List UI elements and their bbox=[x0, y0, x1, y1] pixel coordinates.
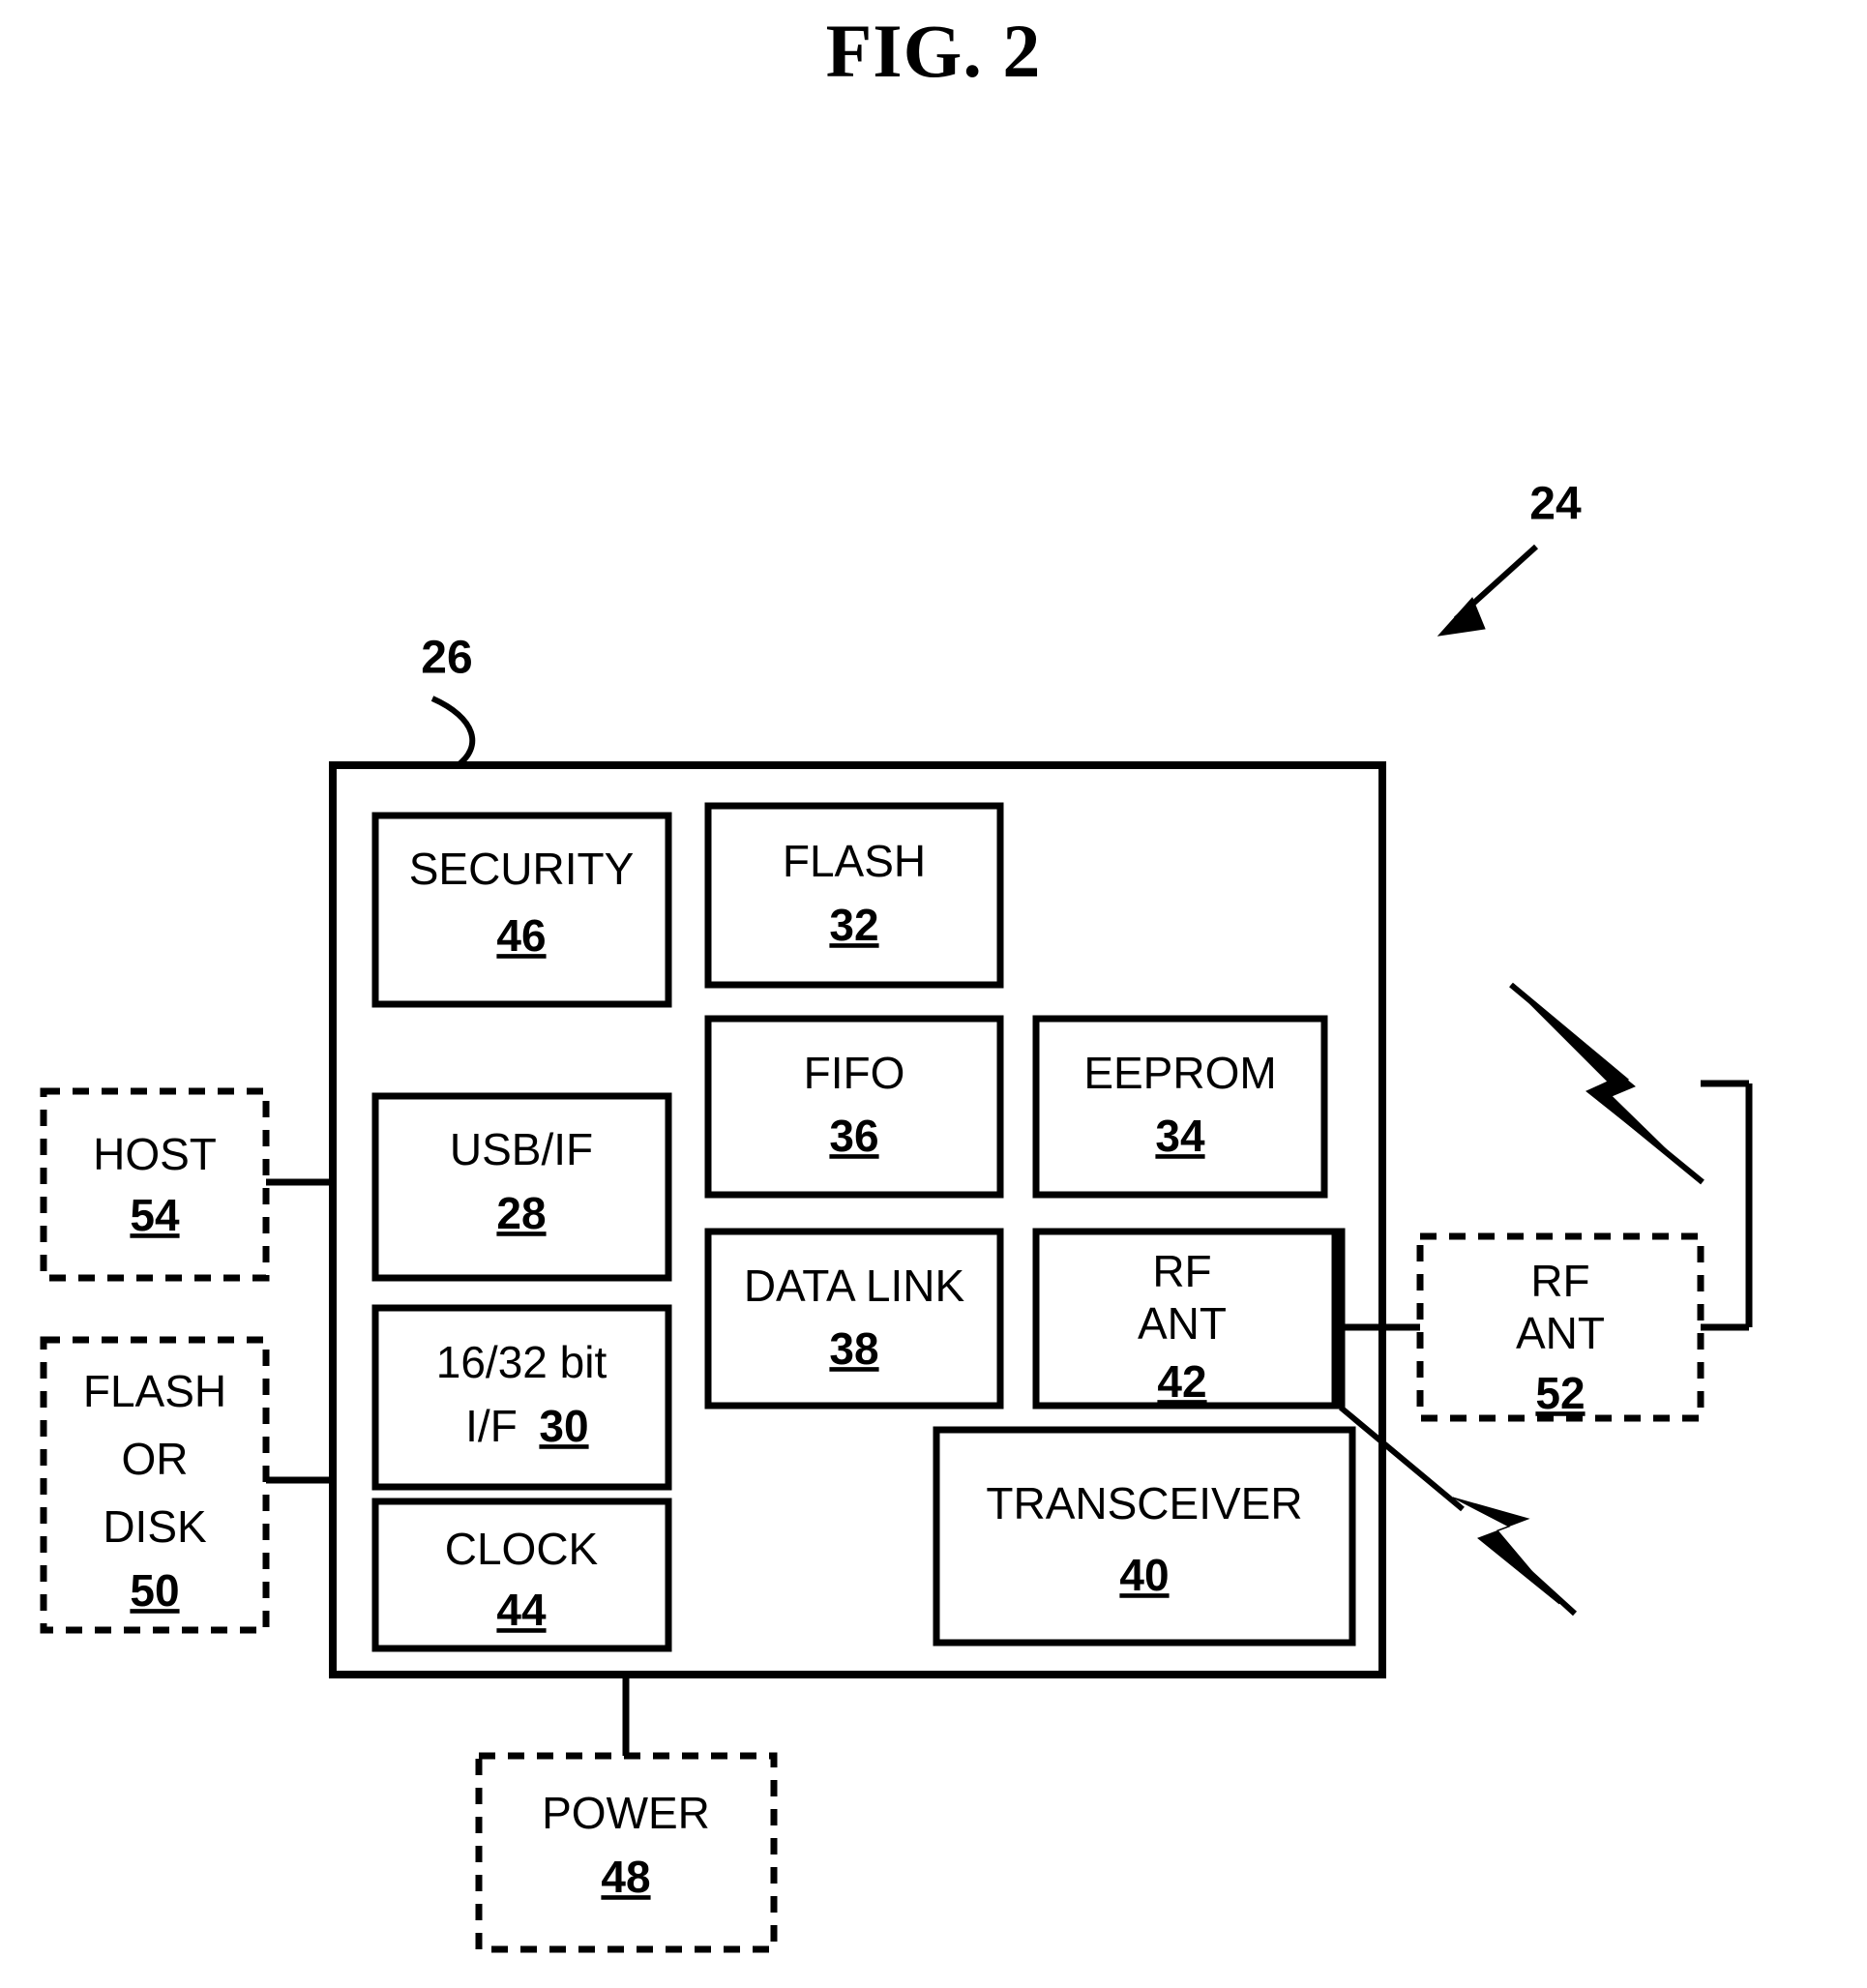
block-bit-interface-frame bbox=[371, 1304, 672, 1491]
block-bit-interface-ref: 30 bbox=[539, 1401, 588, 1451]
rf-signal-bolt-upper-stroke-b bbox=[1594, 1092, 1704, 1185]
block-transceiver-ref: 40 bbox=[1119, 1550, 1169, 1600]
block-flash-label: FLASH bbox=[783, 836, 926, 886]
block-rf-ant-internal-label-line1: RF bbox=[1152, 1246, 1211, 1296]
block-host-frame bbox=[40, 1087, 270, 1282]
block-bit-interface-label-line2: I/F bbox=[465, 1401, 518, 1451]
block-host-label: HOST bbox=[93, 1129, 217, 1179]
block-rf-ant-internal-label-line2: ANT bbox=[1138, 1298, 1227, 1349]
block-power[interactable]: POWER 48 bbox=[475, 1752, 778, 1953]
block-fifo[interactable]: FIFO 36 bbox=[704, 1015, 1004, 1199]
rf-signal-bolt-lower bbox=[1339, 1405, 1578, 1617]
callout-24-group: 24 bbox=[1437, 479, 1582, 637]
callout-24-label: 24 bbox=[1529, 479, 1582, 530]
block-transceiver-label: TRANSCEIVER bbox=[986, 1478, 1302, 1528]
block-flash-or-disk-label-line2: OR bbox=[122, 1434, 189, 1484]
block-flash-frame bbox=[704, 802, 1004, 989]
block-data-link-frame bbox=[704, 1228, 1004, 1409]
callout-26-leader bbox=[430, 696, 476, 769]
block-rf-ant-external[interactable]: RF ANT 52 bbox=[1416, 1232, 1704, 1422]
block-usb-if-ref: 28 bbox=[496, 1188, 546, 1238]
block-eeprom-label: EEPROM bbox=[1083, 1048, 1276, 1098]
block-rf-ant-external-label-line2: ANT bbox=[1516, 1308, 1605, 1358]
block-clock-ref: 44 bbox=[496, 1585, 547, 1635]
block-power-label: POWER bbox=[542, 1788, 710, 1838]
block-security[interactable]: SECURITY 46 bbox=[371, 812, 672, 1008]
callout-26-label: 26 bbox=[421, 633, 472, 684]
patent-figure: FIG. 2 24 26 SECURITY 46 FLASH 32 USB/IF… bbox=[0, 0, 1867, 1988]
block-bit-interface[interactable]: 16/32 bit I/F 30 bbox=[371, 1304, 672, 1491]
block-flash-or-disk-label-line3: DISK bbox=[103, 1501, 207, 1552]
block-host[interactable]: HOST 54 bbox=[40, 1087, 270, 1282]
block-bit-interface-label-line1: 16/32 bit bbox=[436, 1337, 608, 1387]
block-flash-or-disk[interactable]: FLASH OR DISK 50 bbox=[40, 1336, 270, 1634]
block-eeprom[interactable]: EEPROM 34 bbox=[1032, 1015, 1328, 1199]
block-host-ref: 54 bbox=[130, 1190, 180, 1240]
rf-signal-bolt-upper-shape bbox=[1510, 984, 1696, 1178]
callout-26-group: 26 bbox=[421, 633, 476, 769]
rf-signal-bolt-lower-stroke-a bbox=[1339, 1405, 1465, 1512]
block-rf-ant-external-label-line1: RF bbox=[1530, 1256, 1589, 1306]
block-fifo-label: FIFO bbox=[804, 1048, 905, 1098]
block-transceiver[interactable]: TRANSCEIVER 40 bbox=[933, 1426, 1356, 1647]
block-flash-or-disk-label-line1: FLASH bbox=[83, 1366, 226, 1416]
antenna-rod-group bbox=[1701, 1080, 1753, 1331]
block-power-ref: 48 bbox=[601, 1852, 650, 1902]
block-fifo-ref: 36 bbox=[829, 1111, 878, 1161]
block-rf-ant-internal[interactable]: RF ANT 42 bbox=[1032, 1228, 1346, 1409]
block-transceiver-frame bbox=[933, 1426, 1356, 1647]
block-rf-ant-internal-ref: 42 bbox=[1157, 1356, 1206, 1407]
block-usb-if-label: USB/IF bbox=[450, 1124, 593, 1174]
block-eeprom-frame bbox=[1032, 1015, 1328, 1199]
block-data-link-label: DATA LINK bbox=[744, 1261, 965, 1311]
block-usb-if[interactable]: USB/IF 28 bbox=[371, 1092, 672, 1282]
block-rf-ant-external-ref: 52 bbox=[1535, 1368, 1585, 1418]
block-data-link-ref: 38 bbox=[829, 1323, 878, 1374]
rf-signal-bolt-upper bbox=[1509, 982, 1704, 1185]
block-security-ref: 46 bbox=[496, 910, 546, 961]
block-security-label: SECURITY bbox=[409, 844, 635, 894]
callout-24-arrowhead bbox=[1437, 597, 1486, 637]
block-flash-ref: 32 bbox=[829, 900, 878, 950]
block-flash-or-disk-ref: 50 bbox=[130, 1565, 179, 1616]
rf-signal-bolt-upper-stroke-a bbox=[1509, 982, 1629, 1084]
block-flash[interactable]: FLASH 32 bbox=[704, 802, 1004, 989]
block-data-link[interactable]: DATA LINK 38 bbox=[704, 1228, 1004, 1409]
rf-signal-bolt-lower-stroke-b bbox=[1487, 1533, 1578, 1617]
block-eeprom-ref: 34 bbox=[1155, 1111, 1205, 1161]
block-diagram: 24 26 SECURITY 46 FLASH 32 USB/IF 28 FIF… bbox=[40, 479, 1753, 1953]
block-clock[interactable]: CLOCK 44 bbox=[371, 1498, 672, 1652]
block-clock-label: CLOCK bbox=[445, 1524, 599, 1574]
block-fifo-frame bbox=[704, 1015, 1004, 1199]
